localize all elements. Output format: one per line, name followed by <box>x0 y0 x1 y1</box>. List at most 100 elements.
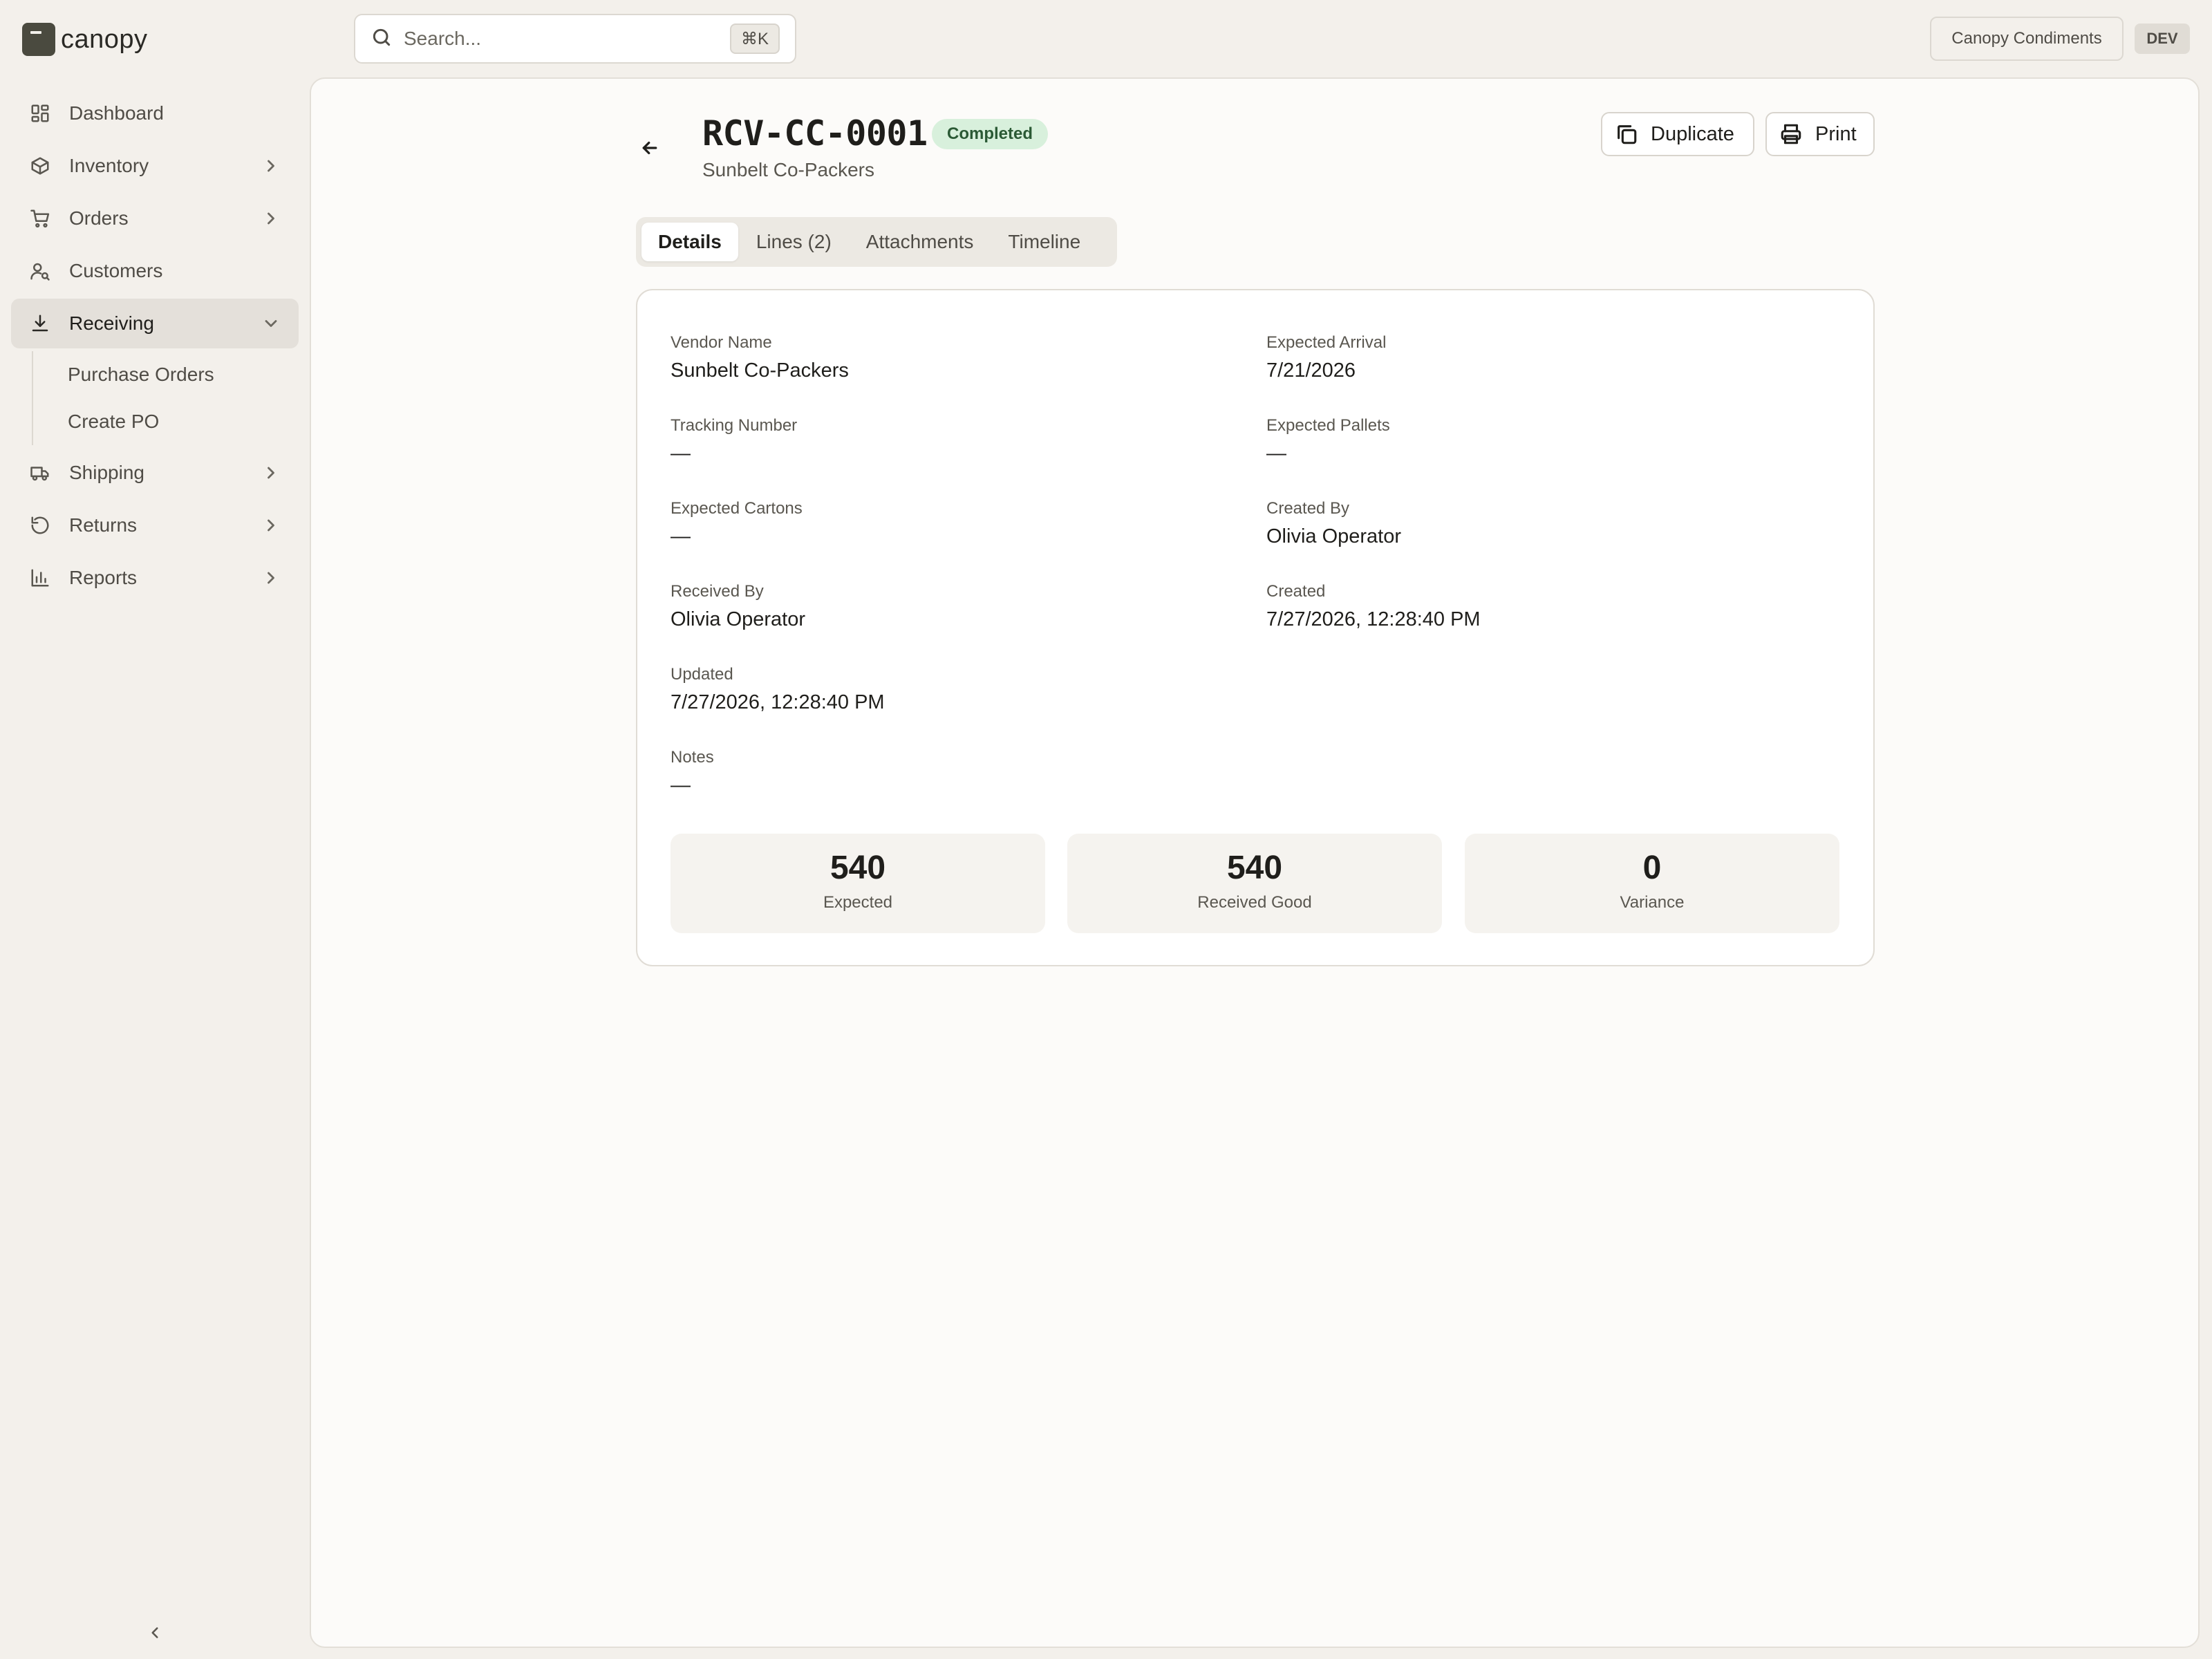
sidebar-item-returns[interactable]: Returns <box>11 500 299 550</box>
field-created: Created 7/27/2026, 12:28:40 PM <box>1266 582 1481 631</box>
chevron-right-icon <box>261 463 281 482</box>
tab-lines[interactable]: Lines (2) <box>740 223 848 261</box>
tab-timeline[interactable]: Timeline <box>991 223 1097 261</box>
field-label: Created By <box>1266 499 1350 518</box>
tab-details[interactable]: Details <box>641 223 738 261</box>
field-label: Expected Cartons <box>671 499 803 518</box>
sidebar-item-dashboard[interactable]: Dashboard <box>11 88 299 138</box>
chevron-right-icon <box>261 568 281 588</box>
chevron-right-icon <box>261 516 281 535</box>
download-icon <box>28 311 53 336</box>
field-label: Created <box>1266 582 1326 601</box>
sidebar-item-label: Returns <box>69 514 138 536</box>
collapse-sidebar-button[interactable] <box>142 1620 167 1645</box>
stat-value: 0 <box>1642 850 1662 886</box>
field-label: Expected Arrival <box>1266 333 1387 352</box>
stat-value: 540 <box>1226 850 1283 886</box>
field-value: 7/21/2026 <box>1266 359 1356 382</box>
sidebar-item-label: Orders <box>69 207 129 229</box>
printer-icon <box>1781 124 1801 144</box>
sidebar-nav: Dashboard Inventory Orders Customers Rec… <box>11 88 299 606</box>
logo-mark-icon <box>22 23 55 56</box>
user-search-icon <box>28 259 53 283</box>
field-received-by: Received By Olivia Operator <box>671 582 805 631</box>
field-label: Expected Pallets <box>1266 416 1390 435</box>
dashboard-icon <box>28 101 53 126</box>
stat-variance: 0 Variance <box>1465 834 1839 933</box>
field-created-by: Created By Olivia Operator <box>1266 499 1401 548</box>
duplicate-label: Duplicate <box>1651 122 1734 145</box>
chevron-left-icon <box>151 1627 158 1638</box>
field-value: Olivia Operator <box>1266 525 1402 547</box>
sidebar-item-reports[interactable]: Reports <box>11 553 299 603</box>
sidebar-item-label: Customers <box>69 260 163 281</box>
field-label: Received By <box>671 582 764 601</box>
field-value: — <box>671 442 691 465</box>
app-logo[interactable]: canopy <box>22 22 148 57</box>
search-placeholder: Search... <box>404 28 482 49</box>
page-title: RCV-CC-0001 <box>702 113 928 153</box>
sidebar: canopy Dashboard Inventory Orders Custom… <box>0 0 310 1659</box>
tab-bar: Details Lines (2) Attachments Timeline <box>636 217 1117 267</box>
org-switcher-button[interactable]: Canopy Condiments <box>1930 17 2124 61</box>
sidebar-item-create-po[interactable]: Create PO <box>33 398 299 445</box>
field-expected-pallets: Expected Pallets — <box>1266 416 1390 465</box>
back-button[interactable] <box>636 134 664 162</box>
status-badge: Completed <box>932 119 1049 149</box>
sidebar-item-customers[interactable]: Customers <box>11 246 299 296</box>
sidebar-item-purchase-orders[interactable]: Purchase Orders <box>33 351 299 398</box>
stat-label: Variance <box>1620 893 1685 912</box>
receiving-subnav: Purchase Orders Create PO <box>32 351 299 445</box>
field-label: Notes <box>671 748 714 767</box>
bar-chart-icon <box>28 565 53 590</box>
sidebar-item-label: Receiving <box>69 312 154 334</box>
sidebar-item-label: Dashboard <box>69 102 164 124</box>
field-label: Tracking Number <box>671 416 798 435</box>
search-input[interactable]: Search... ⌘K <box>354 14 796 64</box>
arrow-left-icon <box>642 141 657 155</box>
env-badge: DEV <box>2135 24 2190 54</box>
sidebar-item-label: Reports <box>69 567 138 588</box>
field-value: — <box>671 525 691 547</box>
sidebar-item-shipping[interactable]: Shipping <box>11 448 299 498</box>
chevron-right-icon <box>261 209 281 228</box>
field-updated: Updated 7/27/2026, 12:28:40 PM <box>671 665 885 714</box>
chevron-right-icon <box>261 156 281 176</box>
field-value: — <box>1266 442 1286 465</box>
stat-label: Expected <box>823 893 893 912</box>
rotate-icon <box>28 513 53 538</box>
stat-expected: 540 Expected <box>671 834 1045 933</box>
stat-received-good: 540 Received Good <box>1067 834 1442 933</box>
logo-text: canopy <box>61 24 148 54</box>
chevron-down-icon <box>261 314 281 333</box>
sidebar-item-inventory[interactable]: Inventory <box>11 141 299 191</box>
details-card: Vendor Name Sunbelt Co-Packers Expected … <box>636 289 1875 966</box>
stat-value: 540 <box>830 850 886 886</box>
sidebar-item-label: Shipping <box>69 462 144 483</box>
copy-icon <box>1618 125 1637 144</box>
field-notes: Notes — <box>671 748 714 797</box>
duplicate-button[interactable]: Duplicate <box>1601 112 1754 156</box>
tab-attachments[interactable]: Attachments <box>850 223 991 261</box>
field-value: 7/27/2026, 12:28:40 PM <box>671 691 885 713</box>
field-value: 7/27/2026, 12:28:40 PM <box>1266 608 1481 630</box>
sidebar-item-label: Inventory <box>69 155 149 176</box>
field-value: Olivia Operator <box>671 608 806 630</box>
sidebar-item-receiving[interactable]: Receiving <box>11 299 299 348</box>
field-expected-cartons: Expected Cartons — <box>671 499 803 548</box>
field-value: — <box>671 774 691 796</box>
field-value: Sunbelt Co-Packers <box>671 359 849 382</box>
sidebar-item-orders[interactable]: Orders <box>11 194 299 243</box>
field-label: Updated <box>671 665 733 684</box>
search-shortcut: ⌘K <box>729 24 780 54</box>
truck-icon <box>28 460 53 485</box>
field-expected-arrival: Expected Arrival 7/21/2026 <box>1266 333 1386 382</box>
print-button[interactable]: Print <box>1765 112 1875 156</box>
field-vendor-name: Vendor Name Sunbelt Co-Packers <box>671 333 849 382</box>
search-icon <box>371 26 393 52</box>
cart-icon <box>28 206 53 231</box>
page-subtitle: Sunbelt Co-Packers <box>702 159 875 180</box>
field-tracking-number: Tracking Number — <box>671 416 797 465</box>
print-label: Print <box>1815 122 1857 145</box>
field-label: Vendor Name <box>671 333 772 352</box>
